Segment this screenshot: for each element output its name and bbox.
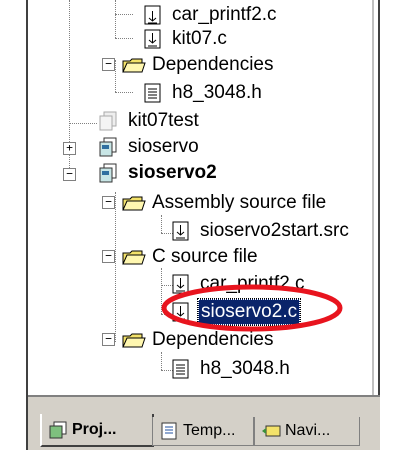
- tree-line: [69, 123, 97, 124]
- folder-icon: [122, 54, 146, 76]
- tree-item-label: C source file: [152, 246, 258, 267]
- template-tab-icon: [159, 422, 179, 440]
- tab-bar-separator: [28, 395, 380, 397]
- tree-item-folder[interactable]: Assembly source file: [122, 190, 328, 216]
- tree-item-file[interactable]: h8_3048.h: [170, 356, 292, 382]
- workspace-window: − + − − − − car_printf2.c kit07.c Depend…: [0, 0, 408, 450]
- tab-projects[interactable]: Proj...: [40, 414, 154, 447]
- tree-item-label: sioservo: [128, 136, 199, 157]
- tree-item-project[interactable]: sioservo: [98, 134, 201, 160]
- collapse-expander[interactable]: −: [102, 58, 115, 71]
- tree-item-file[interactable]: sioservo2start.src: [170, 218, 351, 244]
- project-icon: [98, 136, 120, 158]
- tree-item-label: h8_3048.h: [200, 358, 290, 379]
- tree-line: [161, 352, 162, 370]
- scrollbar-edge: [372, 0, 374, 395]
- tab-navigator[interactable]: Navi...: [254, 417, 360, 446]
- tree-item-label: h8_3048.h: [172, 82, 262, 103]
- header-file-icon: [170, 358, 192, 380]
- project-tab-icon: [48, 421, 68, 439]
- tab-label: Navi...: [285, 422, 331, 439]
- collapse-expander[interactable]: −: [63, 168, 76, 181]
- collapse-expander[interactable]: −: [102, 333, 115, 346]
- tree-item-label: sioservo2: [128, 162, 217, 183]
- c-file-icon: [170, 220, 192, 242]
- tab-label: Proj...: [72, 420, 117, 438]
- project-icon-disabled: [98, 110, 120, 132]
- navigator-tab-icon: [261, 422, 281, 440]
- tab-label: Temp...: [183, 422, 236, 439]
- collapse-expander[interactable]: −: [102, 250, 115, 263]
- tree-item-project[interactable]: sioservo2: [98, 160, 219, 186]
- tree-item-label: kit07.c: [172, 28, 227, 49]
- project-icon: [98, 162, 120, 184]
- tree-item-folder[interactable]: Dependencies: [122, 52, 275, 78]
- tree-item-file[interactable]: h8_3048.h: [142, 80, 264, 106]
- c-file-icon: [142, 28, 164, 50]
- header-file-icon: [142, 82, 164, 104]
- tree-item-label: car_printf2.c: [172, 4, 277, 25]
- tree-item-file[interactable]: car_printf2.c: [142, 2, 279, 28]
- tree-line: [161, 215, 162, 233]
- folder-icon: [122, 192, 146, 214]
- tree-line: [115, 60, 116, 92]
- tree-item-label: kit07test: [128, 110, 199, 131]
- tree-line: [115, 0, 116, 38]
- tree-line: [115, 192, 116, 342]
- tree-item-label: sioservo2start.src: [200, 220, 349, 241]
- tree-line: [115, 14, 133, 15]
- tree-line: [115, 92, 133, 93]
- tab-templates[interactable]: Temp...: [152, 417, 254, 446]
- folder-icon: [122, 246, 146, 268]
- tree-line: [115, 38, 133, 39]
- project-tree: − + − − − − car_printf2.c kit07.c Depend…: [28, 0, 372, 395]
- collapse-expander[interactable]: −: [102, 196, 115, 209]
- c-file-icon: [142, 4, 164, 26]
- window-right-border: [378, 0, 380, 395]
- expand-expander[interactable]: +: [63, 142, 76, 155]
- tree-item-project[interactable]: kit07test: [98, 108, 201, 134]
- tree-item-file[interactable]: kit07.c: [142, 26, 229, 52]
- annotation-ellipse: [161, 284, 343, 332]
- tree-item-label: Dependencies: [152, 54, 274, 75]
- tree-item-label: Assembly source file: [152, 192, 327, 213]
- folder-icon: [122, 329, 146, 351]
- tree-item-folder[interactable]: C source file: [122, 244, 260, 270]
